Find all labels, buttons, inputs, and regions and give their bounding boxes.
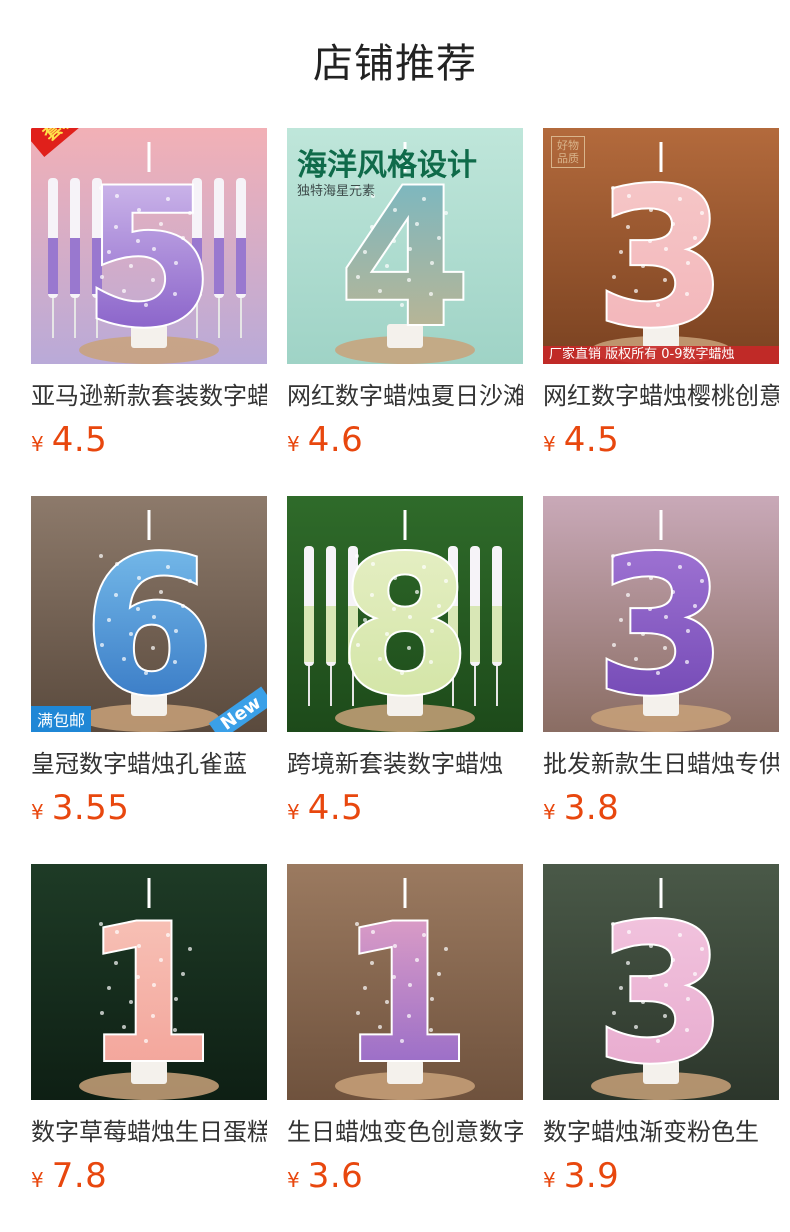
store-recommendations-page: 店铺推荐 5套装亚马逊新款套装数字蜡烛¥4.54海洋风格设计独特海星元素网红数字… [0, 0, 790, 1232]
svg-text:3: 3 [595, 516, 727, 732]
number-8-candle-set-image[interactable]: 8 [287, 496, 523, 732]
product-price: ¥4.5 [543, 420, 779, 460]
number-4-ocean-candle-image[interactable]: 4 海洋风格设计 独特海星元素 [287, 128, 523, 364]
product-card[interactable]: 3 好物品质厂家直销 版权所有 0-9数字蜡烛网红数字蜡烛樱桃创意 ¥4.5 [543, 128, 779, 496]
svg-text:1: 1 [83, 884, 215, 1100]
currency-symbol: ¥ [543, 800, 556, 824]
currency-symbol: ¥ [31, 800, 44, 824]
product-grid: 5套装亚马逊新款套装数字蜡烛 ¥4.5 4海洋风格设计独特海星元素网红数字蜡烛夏日沙… [31, 128, 779, 1232]
price-amount: 3.9 [563, 1156, 620, 1196]
product-card[interactable]: 3 批发新款生日蜡烛专供 ¥3.8 [543, 496, 779, 864]
price-amount: 3.55 [51, 788, 130, 828]
price-amount: 4.6 [307, 420, 364, 460]
svg-text:3: 3 [595, 148, 727, 364]
product-price: ¥3.55 [31, 788, 267, 828]
svg-text:5: 5 [83, 148, 215, 364]
price-amount: 4.5 [51, 420, 108, 460]
currency-symbol: ¥ [543, 1168, 556, 1192]
product-name[interactable]: 网红数字蜡烛夏日沙滩 [287, 380, 523, 412]
number-5-candle-set-image[interactable]: 5套装 [31, 128, 267, 364]
svg-text:8: 8 [339, 516, 471, 732]
product-price: ¥4.5 [31, 420, 267, 460]
price-amount: 3.8 [563, 788, 620, 828]
number-3-purple-crown-candle-image[interactable]: 3 [543, 496, 779, 732]
number-1-strawberry-candle-image[interactable]: 1 [31, 864, 267, 1100]
price-amount: 7.8 [51, 1156, 108, 1196]
product-card[interactable]: 4 海洋风格设计 独特海星元素网红数字蜡烛夏日沙滩 ¥4.6 [287, 128, 523, 496]
number-3-pink-shell-candle-image[interactable]: 3 [543, 864, 779, 1100]
product-name[interactable]: 皇冠数字蜡烛孔雀蓝 [31, 748, 267, 780]
quality-stamp: 好物品质 [551, 136, 585, 168]
product-price: ¥3.9 [543, 1156, 779, 1196]
currency-symbol: ¥ [287, 800, 300, 824]
number-3-cherry-candle-image[interactable]: 3 好物品质厂家直销 版权所有 0-9数字蜡烛 [543, 128, 779, 364]
image-footer-strip: 厂家直销 版权所有 0-9数字蜡烛 [543, 346, 779, 364]
product-name[interactable]: 亚马逊新款套装数字蜡烛 [31, 380, 267, 412]
product-card[interactable]: 6 满包邮 New 皇冠数字蜡烛孔雀蓝 ¥3.55 [31, 496, 267, 864]
product-name[interactable]: 生日蜡烛变色创意数字 [287, 1116, 523, 1148]
product-name[interactable]: 跨境新套装数字蜡烛 [287, 748, 523, 780]
product-price: ¥3.8 [543, 788, 779, 828]
svg-text:6: 6 [83, 516, 215, 732]
currency-symbol: ¥ [287, 432, 300, 456]
currency-symbol: ¥ [31, 432, 44, 456]
product-price: ¥3.6 [287, 1156, 523, 1196]
product-name[interactable]: 批发新款生日蜡烛专供 [543, 748, 779, 780]
svg-text:1: 1 [339, 884, 471, 1100]
currency-symbol: ¥ [287, 1168, 300, 1192]
number-1-purple-crown-candle-image[interactable]: 1 [287, 864, 523, 1100]
free-shipping-label: 满包邮 [31, 706, 92, 732]
product-price: ¥7.8 [31, 1156, 267, 1196]
product-card[interactable]: 3 数字蜡烛渐变粉色生 ¥3.9 [543, 864, 779, 1232]
product-card[interactable]: 1 数字草莓蜡烛生日蛋糕 ¥7.8 [31, 864, 267, 1232]
product-name[interactable]: 数字草莓蜡烛生日蛋糕 [31, 1116, 267, 1148]
product-name[interactable]: 网红数字蜡烛樱桃创意 [543, 380, 779, 412]
product-price: ¥4.5 [287, 788, 523, 828]
number-6-crown-candle-image[interactable]: 6 满包邮 New [31, 496, 267, 732]
product-name[interactable]: 数字蜡烛渐变粉色生 [543, 1116, 779, 1148]
product-card[interactable]: 8 跨境新套装数字蜡烛 ¥4.5 [287, 496, 523, 864]
page-title: 店铺推荐 [313, 41, 477, 87]
price-amount: 3.6 [307, 1156, 364, 1196]
product-card[interactable]: 1 生日蜡烛变色创意数字 ¥3.6 [287, 864, 523, 1232]
banner-title: 海洋风格设计 [297, 148, 477, 183]
product-price: ¥4.6 [287, 420, 523, 460]
banner-subtitle: 独特海星元素 [297, 184, 376, 199]
svg-text:3: 3 [595, 884, 727, 1100]
price-amount: 4.5 [563, 420, 620, 460]
product-card[interactable]: 5套装亚马逊新款套装数字蜡烛 ¥4.5 [31, 128, 267, 496]
price-amount: 4.5 [307, 788, 364, 828]
currency-symbol: ¥ [31, 1168, 44, 1192]
currency-symbol: ¥ [543, 432, 556, 456]
